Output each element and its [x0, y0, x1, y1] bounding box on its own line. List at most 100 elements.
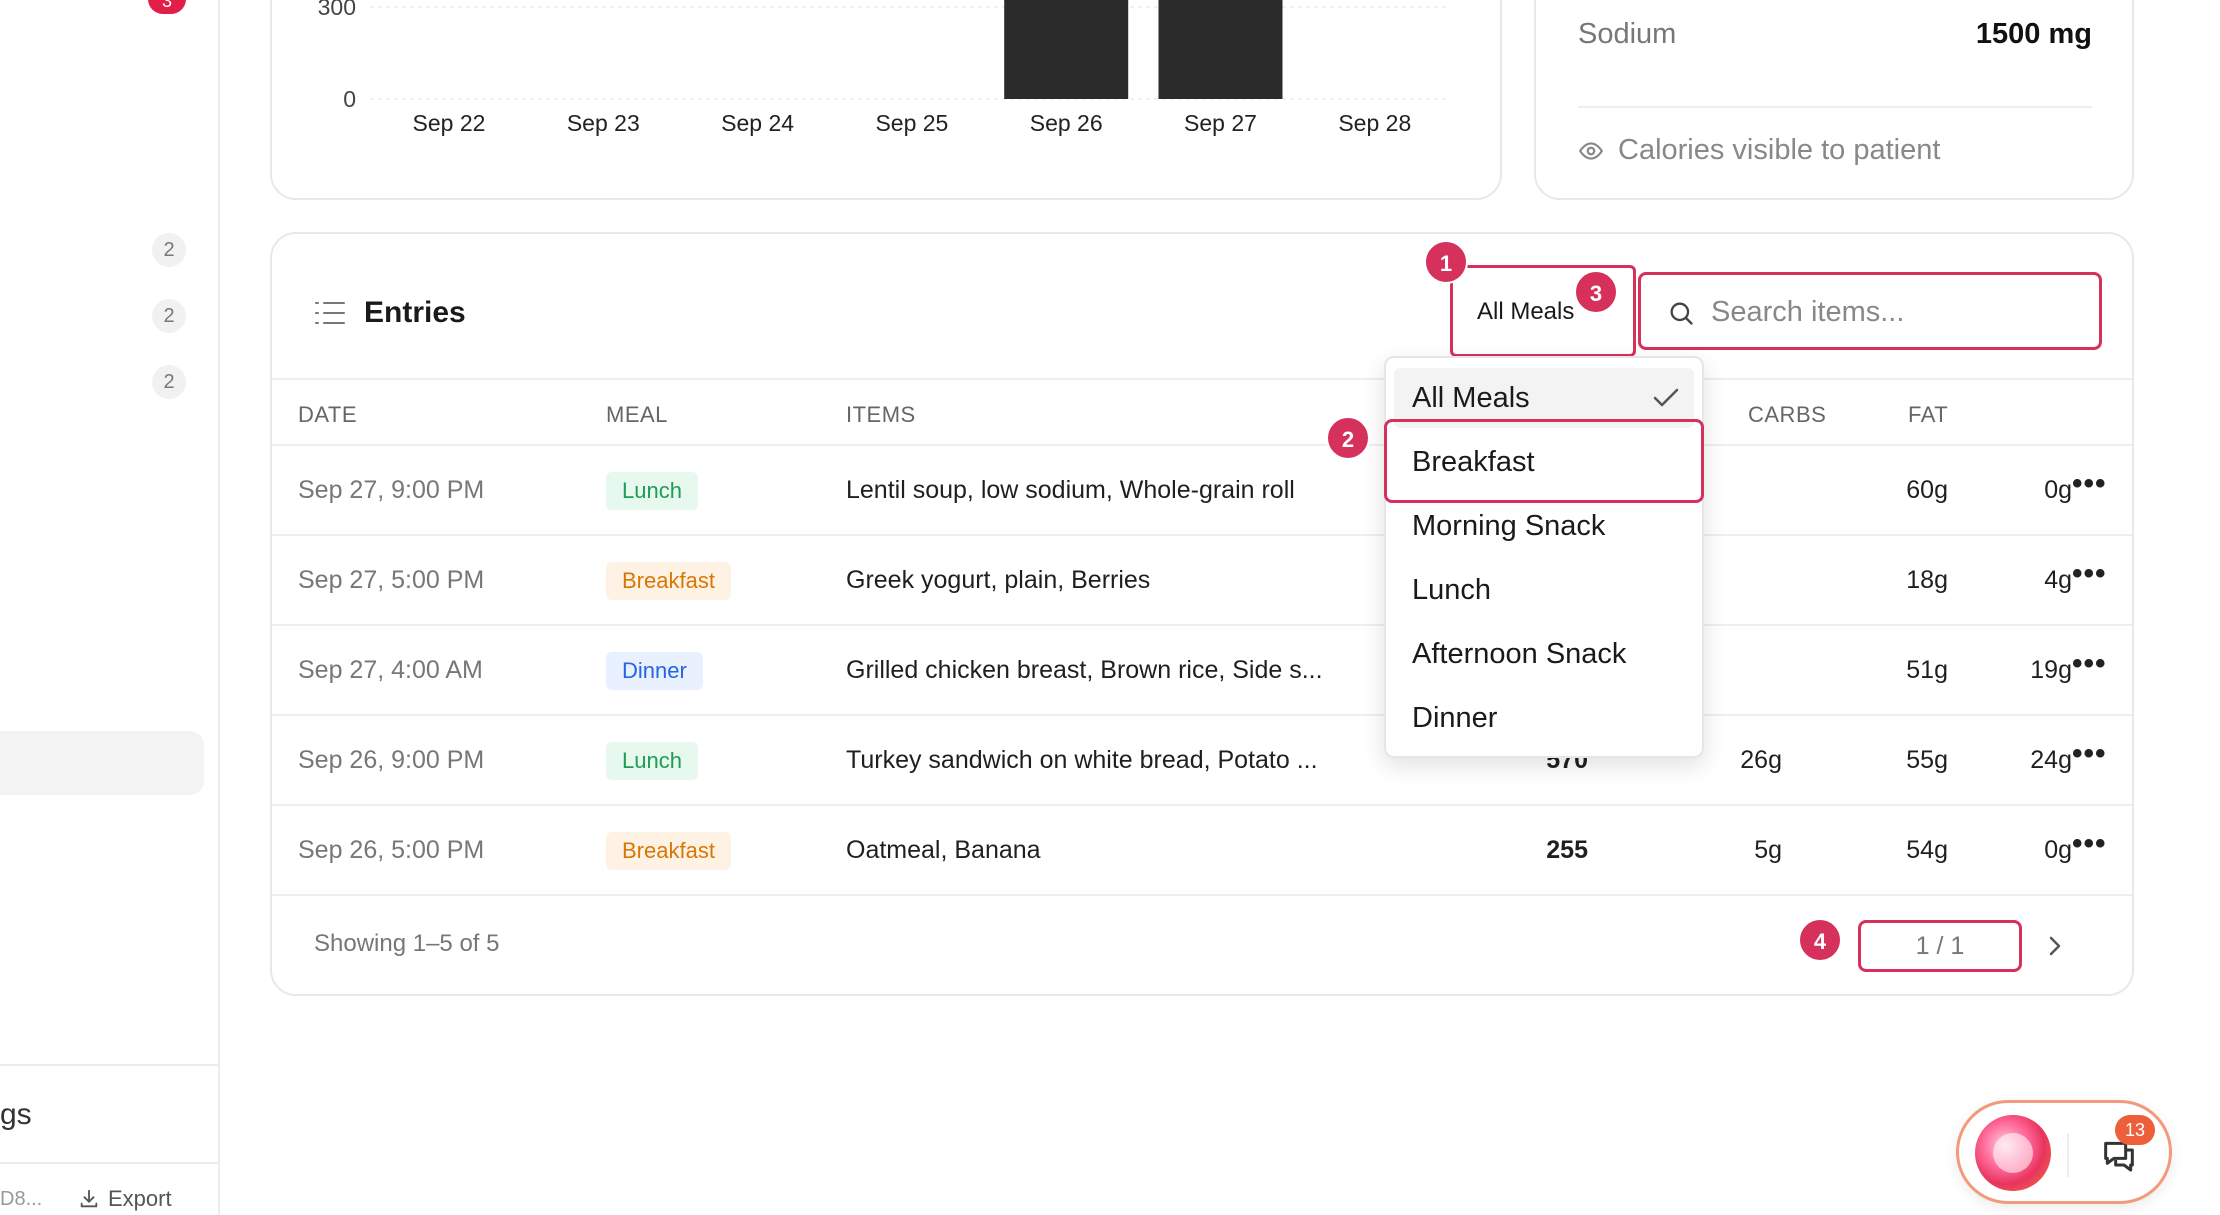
x-tick-label: Sep 27 [1184, 110, 1257, 136]
sidebar-count-badge: 2 [152, 365, 186, 399]
sodium-label: Sodium [1578, 18, 1677, 50]
column-header-fat[interactable]: FAT [1908, 402, 1948, 428]
entry-carbs: 55g [1906, 746, 1948, 774]
breakfast-option-highlight [1384, 419, 1704, 503]
step-marker-3: 3 [1574, 270, 1618, 314]
sidebar: 3 2 2 2 gs D8... Export [0, 0, 220, 1215]
table-header: DATE MEAL ITEMS CARBS FAT [272, 380, 2132, 446]
sodium-value: 1500 mg [1975, 18, 2092, 50]
column-header-carbs[interactable]: CARBS [1748, 402, 1826, 428]
x-tick-label: Sep 26 [1030, 110, 1103, 136]
entry-items: Oatmeal, Banana [846, 836, 1041, 864]
entry-date: Sep 27, 4:00 AM [298, 656, 483, 684]
entry-fat: 19g [2030, 656, 2072, 684]
meal-badge: Breakfast [606, 562, 731, 600]
export-button[interactable]: Export [78, 1186, 172, 1212]
table-row[interactable]: Sep 27, 5:00 PM Breakfast Greek yogurt, pl… [272, 536, 2132, 626]
export-label: Export [108, 1186, 172, 1211]
page-indicator[interactable]: 1 / 1 [1858, 920, 2022, 972]
search-items-field[interactable] [1638, 272, 2102, 350]
x-tick-label: Sep 28 [1338, 110, 1411, 136]
sidebar-item-active[interactable] [0, 731, 204, 795]
column-header-meal[interactable]: MEAL [606, 402, 668, 428]
sidebar-top-badge: 3 [148, 0, 186, 14]
entry-fat: 4g [2044, 566, 2072, 594]
option-label: Lunch [1412, 574, 1492, 606]
y-tick-label: 300 [318, 0, 356, 20]
chart-bar[interactable] [1158, 0, 1283, 99]
sidebar-count-badge: 2 [152, 299, 186, 333]
meal-badge: Breakfast [606, 832, 731, 870]
entry-calories: 255 [1546, 836, 1588, 864]
meal-badge: Lunch [606, 472, 698, 510]
column-header-items[interactable]: ITEMS [846, 402, 916, 428]
table-row[interactable]: Sep 26, 9:00 PM Lunch Turkey sandwich on w… [272, 716, 2132, 806]
list-icon [315, 302, 345, 324]
row-actions-button[interactable]: ••• [2072, 829, 2107, 859]
download-icon [80, 1189, 98, 1208]
table-row[interactable]: Sep 27, 9:00 PM Lunch Lentil soup, low sod… [272, 446, 2132, 536]
option-label: All Meals [1412, 382, 1530, 414]
eye-icon [1578, 141, 1604, 160]
sidebar-item-settings[interactable]: gs [0, 1098, 32, 1132]
step-marker-2: 2 [1326, 416, 1370, 460]
chevron-right-icon[interactable] [2044, 930, 2066, 962]
entries-title-text: Entries [364, 296, 466, 329]
option-label: Afternoon Snack [1412, 638, 1627, 670]
entry-fat: 0g [2044, 836, 2072, 864]
row-actions-button[interactable]: ••• [2072, 739, 2107, 769]
sidebar-footer-id: D8... [0, 1188, 43, 1210]
chart-bar[interactable] [1004, 0, 1129, 99]
entry-date: Sep 26, 5:00 PM [298, 836, 485, 864]
search-input[interactable] [1711, 289, 2081, 335]
column-header-date[interactable]: DATE [298, 402, 357, 428]
table-row[interactable]: Sep 27, 4:00 AM Dinner Grilled chicken bre… [272, 626, 2132, 716]
dropdown-option-dinner[interactable]: Dinner [1394, 688, 1694, 748]
entry-items: Grilled chicken breast, Brown rice, Side… [846, 656, 1323, 684]
x-tick-label: Sep 22 [413, 110, 486, 136]
entry-items: Greek yogurt, plain, Berries [846, 566, 1151, 594]
dropdown-option-morning-snack[interactable]: Morning Snack [1394, 496, 1694, 556]
dropdown-option-afternoon-snack[interactable]: Afternoon Snack [1394, 624, 1694, 684]
sidebar-divider [0, 1064, 220, 1066]
x-tick-label: Sep 24 [721, 110, 794, 136]
check-icon [1653, 388, 1679, 407]
nutrition-targets-card: Sodium 1500 mg Calories visible to patie… [1534, 0, 2134, 200]
divider [1578, 106, 2092, 108]
unread-count-badge: 13 [2115, 1115, 2155, 1145]
entry-date: Sep 26, 9:00 PM [298, 746, 485, 774]
y-tick-label: 0 [343, 86, 356, 112]
row-actions-button[interactable]: ••• [2072, 469, 2107, 499]
step-marker-1: 1 [1424, 240, 1468, 284]
entry-fat: 0g [2044, 476, 2072, 504]
sidebar-divider [0, 1162, 220, 1164]
calories-bar-chart: 0 300 Sep 22 Sep 23 Sep 24 Sep 25 Sep 26 Sep 27… [318, 0, 1450, 136]
meal-badge: Dinner [606, 652, 703, 690]
entry-fat: 24g [2030, 746, 2072, 774]
x-tick-label: Sep 25 [875, 110, 948, 136]
meal-filter-value: All Meals [1477, 298, 1575, 325]
assistant-logo-icon[interactable] [1975, 1115, 2051, 1191]
option-label: Morning Snack [1412, 510, 1606, 542]
option-label: Dinner [1412, 702, 1498, 734]
row-actions-button[interactable]: ••• [2072, 649, 2107, 679]
entries-title: Entries [314, 296, 466, 330]
entry-items: Turkey sandwich on white bread, Potato .… [846, 746, 1318, 774]
entry-carbs: 54g [1906, 836, 1948, 864]
table-row[interactable]: Sep 26, 5:00 PM Breakfast Oatmeal, Banana 2… [272, 806, 2132, 896]
step-marker-4: 4 [1798, 918, 1842, 962]
entry-carbs: 51g [1906, 656, 1948, 684]
assistant-widget[interactable]: 13 [1956, 1100, 2172, 1204]
entry-items: Lentil soup, low sodium, Whole-grain rol… [846, 476, 1295, 504]
x-tick-label: Sep 23 [567, 110, 640, 136]
search-icon [1670, 302, 1693, 325]
row-actions-button[interactable]: ••• [2072, 559, 2107, 589]
entry-date: Sep 27, 5:00 PM [298, 566, 485, 594]
entry-date: Sep 27, 9:00 PM [298, 476, 485, 504]
meal-badge: Lunch [606, 742, 698, 780]
pagination-summary: Showing 1–5 of 5 [314, 930, 500, 957]
dropdown-option-lunch[interactable]: Lunch [1394, 560, 1694, 620]
entry-carbs: 60g [1906, 476, 1948, 504]
divider [2067, 1133, 2069, 1177]
calories-visibility-text: Calories visible to patient [1618, 134, 1941, 166]
